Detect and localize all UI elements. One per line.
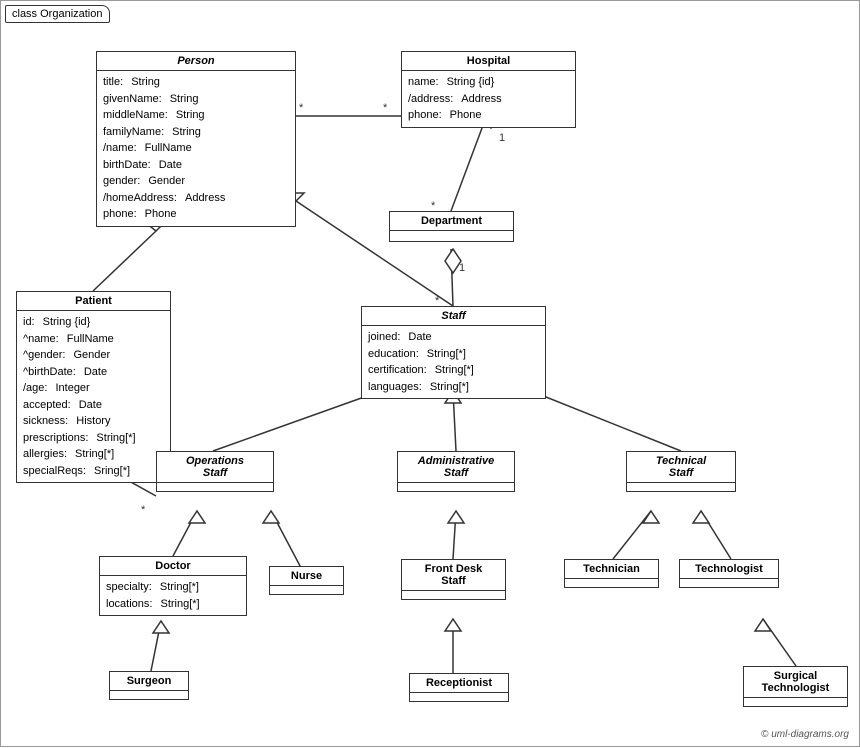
nurse-header: Nurse — [270, 567, 343, 586]
surgeon-class: Surgeon — [109, 671, 189, 700]
staff-body: joined:Date education:String[*] certific… — [362, 326, 545, 398]
hospital-class: Hospital name:String {id} /address:Addre… — [401, 51, 576, 128]
receptionist-class: Receptionist — [409, 673, 509, 702]
surgeon-header: Surgeon — [110, 672, 188, 691]
diagram-title: class Organization — [5, 5, 110, 23]
surgical-technologist-class: Surgical Technologist — [743, 666, 848, 707]
admin-staff-header: Administrative Staff — [398, 452, 514, 483]
person-header: Person — [97, 52, 295, 71]
department-header: Department — [390, 212, 513, 231]
person-class: Person title:String givenName:String mid… — [96, 51, 296, 227]
hospital-body: name:String {id} /address:Address phone:… — [402, 71, 575, 127]
front-desk-header: Front Desk Staff — [402, 560, 505, 591]
technician-class: Technician — [564, 559, 659, 588]
front-desk-class: Front Desk Staff — [401, 559, 506, 600]
patient-body: id:String {id} ^name:FullName ^gender:Ge… — [17, 311, 170, 482]
operations-staff-class: Operations Staff — [156, 451, 274, 492]
doctor-header: Doctor — [100, 557, 246, 576]
admin-staff-class: Administrative Staff — [397, 451, 515, 492]
technical-staff-class: Technical Staff — [626, 451, 736, 492]
svg-text:*: * — [299, 102, 304, 114]
doctor-class: Doctor specialty:String[*] locations:Str… — [99, 556, 247, 616]
department-class: Department — [389, 211, 514, 242]
department-body — [390, 231, 513, 241]
svg-text:*: * — [383, 102, 388, 114]
patient-header: Patient — [17, 292, 170, 311]
copyright: © uml-diagrams.org — [761, 729, 849, 740]
technician-header: Technician — [565, 560, 658, 579]
patient-class: Patient id:String {id} ^name:FullName ^g… — [16, 291, 171, 483]
staff-class: Staff joined:Date education:String[*] ce… — [361, 306, 546, 399]
svg-text:1: 1 — [499, 132, 505, 144]
svg-text:*: * — [141, 504, 146, 516]
diagram-container: class Organization 1 * 1 * * * * — [0, 0, 860, 747]
svg-text:1: 1 — [459, 262, 465, 274]
operations-staff-header: Operations Staff — [157, 452, 273, 483]
doctor-body: specialty:String[*] locations:String[*] — [100, 576, 246, 615]
technologist-header: Technologist — [680, 560, 778, 579]
hospital-header: Hospital — [402, 52, 575, 71]
technologist-class: Technologist — [679, 559, 779, 588]
person-body: title:String givenName:String middleName… — [97, 71, 295, 226]
technical-staff-header: Technical Staff — [627, 452, 735, 483]
surgical-technologist-header: Surgical Technologist — [744, 667, 847, 698]
staff-header: Staff — [362, 307, 545, 326]
nurse-class: Nurse — [269, 566, 344, 595]
receptionist-header: Receptionist — [410, 674, 508, 693]
